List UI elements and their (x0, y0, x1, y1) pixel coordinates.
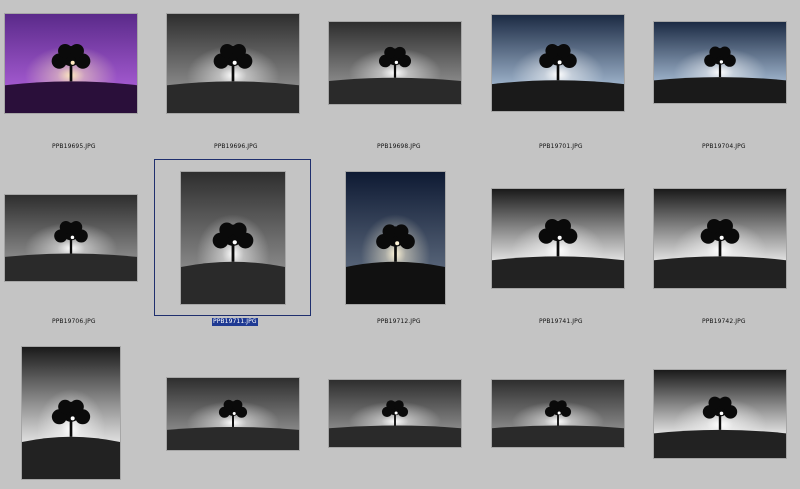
thumbnail-filename[interactable]: PPB19701.JPG (538, 143, 584, 151)
thumbnail-image[interactable] (5, 14, 137, 113)
thumbnail-filename[interactable]: PPB19698.JPG (376, 143, 422, 151)
thumbnail-image[interactable] (492, 380, 624, 447)
thumbnail-image[interactable] (346, 172, 445, 304)
thumbnail-image[interactable] (654, 22, 786, 103)
thumbnail-image[interactable] (181, 172, 285, 304)
thumbnail-image[interactable] (329, 22, 461, 104)
thumbnail-filename[interactable]: PPB19742.JPG (701, 318, 747, 326)
thumbnail-image[interactable] (5, 195, 137, 281)
thumbnail-image[interactable] (167, 14, 299, 113)
thumbnail-image[interactable] (167, 378, 299, 450)
thumbnail-grid: PPB19695.JPG PPB19696.JPG PPB19698.JPG P… (0, 0, 800, 489)
thumbnail-filename[interactable]: PPB19741.JPG (538, 318, 584, 326)
thumbnail-image[interactable] (22, 347, 120, 479)
thumbnail-filename-selected[interactable]: PPB19711.JPG (212, 318, 258, 326)
thumbnail-image[interactable] (492, 189, 624, 288)
thumbnail-image[interactable] (492, 15, 624, 111)
thumbnail-filename[interactable]: PPB19712.JPG (376, 318, 422, 326)
thumbnail-filename[interactable]: PPB19704.JPG (701, 143, 747, 151)
thumbnail-filename[interactable]: PPB19696.JPG (213, 143, 259, 151)
thumbnail-filename[interactable]: PPB19695.JPG (51, 143, 97, 151)
thumbnail-image[interactable] (654, 189, 786, 288)
thumbnail-image[interactable] (654, 370, 786, 458)
thumbnail-filename[interactable]: PPB19706.JPG (51, 318, 97, 326)
thumbnail-image[interactable] (329, 380, 461, 447)
